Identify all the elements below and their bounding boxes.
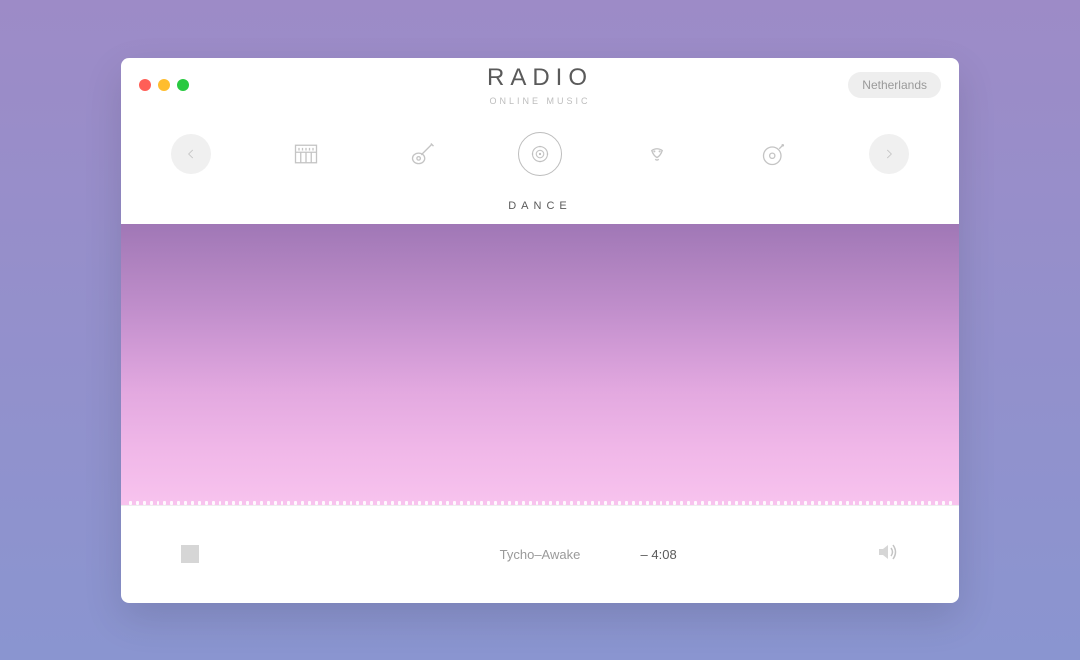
trumpet-icon bbox=[643, 140, 671, 168]
genre-active-label: DANCE bbox=[121, 200, 959, 212]
track-title: Tycho–Awake bbox=[500, 547, 581, 562]
brand-title: RADIO bbox=[487, 64, 593, 92]
player-bar: Tycho–Awake – 4:08 bbox=[121, 505, 959, 603]
track-time: – 4:08 bbox=[641, 547, 677, 562]
maximize-icon[interactable] bbox=[177, 79, 189, 91]
genre-item-vinyl[interactable] bbox=[752, 132, 796, 176]
minimize-icon[interactable] bbox=[158, 79, 170, 91]
genre-carousel bbox=[121, 98, 959, 186]
guitar-icon bbox=[409, 140, 437, 168]
visualizer bbox=[121, 224, 959, 505]
volume-icon bbox=[875, 540, 899, 564]
location-selector[interactable]: Netherlands bbox=[848, 72, 941, 98]
brand: RADIO ONLINE MUSIC bbox=[487, 64, 593, 106]
speaker-icon bbox=[528, 142, 552, 166]
brand-subtitle: ONLINE MUSIC bbox=[487, 96, 593, 106]
genre-item-jazz[interactable] bbox=[635, 132, 679, 176]
window-controls bbox=[139, 79, 189, 91]
chevron-right-icon bbox=[882, 147, 896, 161]
waveform bbox=[121, 491, 959, 505]
piano-icon bbox=[292, 140, 320, 168]
genre-item-piano[interactable] bbox=[284, 132, 328, 176]
genre-next-button[interactable] bbox=[869, 134, 909, 174]
play-stop-button[interactable] bbox=[181, 545, 199, 563]
genre-item-dance[interactable] bbox=[518, 132, 562, 176]
close-icon[interactable] bbox=[139, 79, 151, 91]
chevron-left-icon bbox=[184, 147, 198, 161]
volume-button[interactable] bbox=[875, 540, 899, 569]
genre-item-guitar[interactable] bbox=[401, 132, 445, 176]
genre-prev-button[interactable] bbox=[171, 134, 211, 174]
titlebar: RADIO ONLINE MUSIC Netherlands bbox=[121, 58, 959, 98]
radio-app-window: RADIO ONLINE MUSIC Netherlands bbox=[121, 58, 959, 603]
vinyl-icon bbox=[760, 140, 788, 168]
